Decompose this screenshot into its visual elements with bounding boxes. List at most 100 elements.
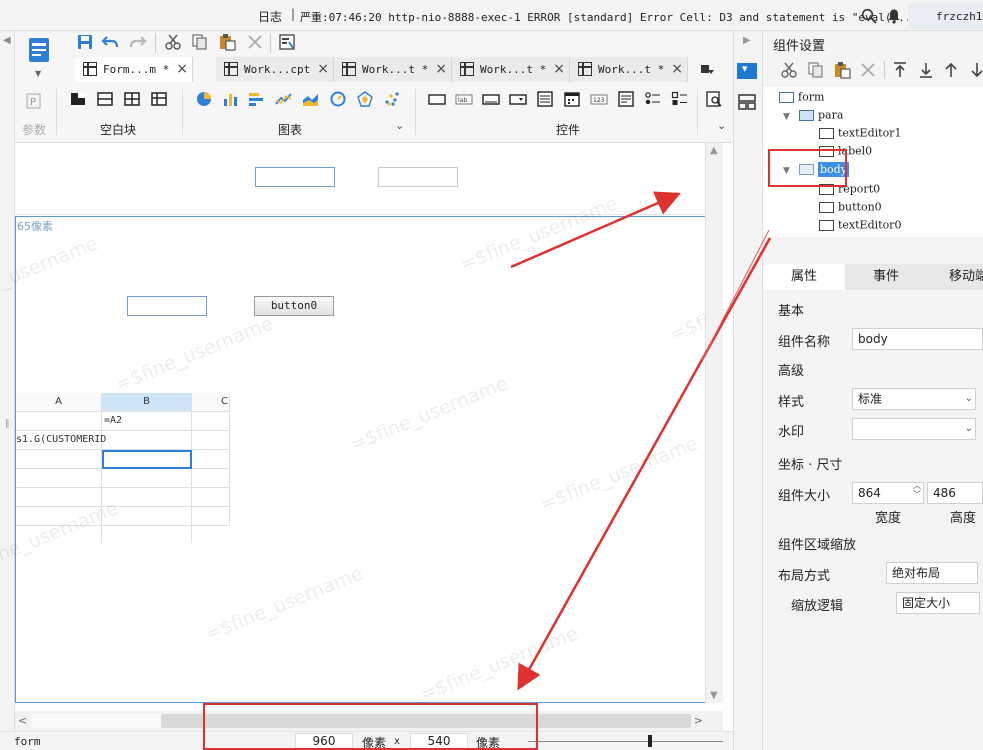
search-control-icon[interactable] <box>705 91 723 107</box>
grid-cell-b1[interactable]: =A2 <box>102 412 192 431</box>
move-down-icon[interactable] <box>968 61 983 79</box>
copy-icon[interactable] <box>191 33 209 51</box>
list-control-icon[interactable] <box>536 91 554 107</box>
undo-icon[interactable] <box>101 33 119 51</box>
grid-cell-c3[interactable] <box>192 450 230 469</box>
grid-cell-c4[interactable] <box>192 469 230 488</box>
collapse-left-icon[interactable]: ◀ <box>3 35 11 46</box>
grid-cell-a2[interactable]: s1.G(CUSTOMERID <box>16 431 106 450</box>
tree-item-button0[interactable]: button0 <box>819 200 882 214</box>
checkbox-group-control-icon[interactable] <box>671 91 689 107</box>
text-editor1-field[interactable] <box>255 167 335 187</box>
preview-icon[interactable] <box>278 33 296 51</box>
grid-cell-b7[interactable] <box>102 526 192 543</box>
grid-cell-a3[interactable] <box>16 450 102 469</box>
move-to-bottom-icon[interactable] <box>917 61 935 79</box>
grid-cell-c1[interactable] <box>192 412 230 431</box>
parameter-icon[interactable]: P <box>25 93 43 109</box>
close-icon[interactable]: × <box>317 61 329 77</box>
watermark-input[interactable]: ⌄ <box>852 418 976 440</box>
scroll-up-icon[interactable]: ▲ <box>710 145 718 156</box>
label0-field[interactable] <box>378 167 458 187</box>
design-canvas[interactable]: 65像素 button0 A B C =A2 s1.G(CUSTOMERID =… <box>0 143 831 706</box>
bar-chart-icon[interactable] <box>222 91 240 107</box>
tab-form[interactable]: Form...m * × <box>75 57 193 82</box>
report0-grid[interactable]: A B C =A2 s1.G(CUSTOMERID <box>16 393 230 543</box>
expand-icon[interactable]: ▼ <box>783 112 790 122</box>
collapse-right-icon[interactable]: ▶ <box>743 35 751 46</box>
grid-cell-b5[interactable] <box>102 488 192 507</box>
label-control-icon[interactable]: lab <box>455 91 473 107</box>
copy-icon[interactable] <box>807 61 825 79</box>
tree-item-form[interactable]: form <box>779 90 824 104</box>
canvas-height-input[interactable]: 540 <box>410 733 468 750</box>
grid-cell-a7[interactable] <box>16 526 102 543</box>
grid-column-header-b[interactable]: B <box>102 393 192 412</box>
control-expand-icon[interactable]: ⌄ <box>717 119 726 132</box>
tab-attributes[interactable]: 属性 <box>763 264 845 290</box>
zoom-slider[interactable] <box>528 741 723 742</box>
blank-block-icon-4[interactable] <box>150 91 168 107</box>
scroll-thumb[interactable] <box>161 714 691 728</box>
close-icon[interactable]: × <box>553 61 565 77</box>
dropdown-control-icon[interactable] <box>509 91 527 107</box>
component-settings-toggle-icon[interactable] <box>737 62 757 79</box>
grid-cell-c5[interactable] <box>192 488 230 507</box>
vertical-scrollbar[interactable]: ▲ ▼ <box>705 143 723 703</box>
tree-item-report0[interactable]: report0 <box>819 182 880 196</box>
radar-chart-icon[interactable] <box>356 91 374 107</box>
expand-icon[interactable]: ▼ <box>783 166 790 176</box>
zoom-slider-knob[interactable] <box>648 735 652 747</box>
cut-icon[interactable] <box>780 61 798 79</box>
date-control-icon[interactable] <box>563 91 581 107</box>
grid-cell-c2[interactable] <box>192 431 230 450</box>
text-box-control-icon[interactable] <box>428 91 446 107</box>
paste-icon[interactable] <box>218 33 236 51</box>
radio-group-control-icon[interactable] <box>644 91 662 107</box>
grid-cell-b6[interactable] <box>102 507 192 526</box>
scroll-left-icon[interactable]: < <box>18 714 27 727</box>
layout-mode-select[interactable]: 绝对布局 <box>886 562 978 584</box>
search-icon[interactable] <box>861 8 877 24</box>
tab-workbook[interactable]: Work...cpt × <box>216 57 334 82</box>
para-area[interactable] <box>15 143 705 215</box>
log-message[interactable]: 严重:07:46:20 http-nio-8888-exec-1 ERROR [… <box>300 9 911 25</box>
grid-cell-b4[interactable] <box>102 469 192 488</box>
blank-block-icon-3[interactable] <box>123 91 141 107</box>
tree-item-texteditor1[interactable]: textEditor1 <box>819 126 901 140</box>
close-icon[interactable]: × <box>671 61 683 77</box>
template-icon[interactable] <box>27 37 53 65</box>
tree-item-label0[interactable]: label0 <box>819 144 872 158</box>
delete-icon[interactable] <box>859 61 877 79</box>
horizontal-scrollbar[interactable]: < > <box>15 711 723 731</box>
layout-panel-icon[interactable] <box>737 93 757 111</box>
tab-workbook[interactable]: Work...t * × <box>570 57 688 82</box>
redo-icon[interactable] <box>129 33 147 51</box>
tab-list-icon[interactable] <box>698 61 716 79</box>
scatter-chart-icon[interactable] <box>383 91 401 107</box>
template-dropdown-icon[interactable]: ▼ <box>35 69 41 78</box>
user-account[interactable]: frzczh1 <box>908 2 983 29</box>
scroll-right-icon[interactable]: > <box>694 714 703 727</box>
grid-cell-a4[interactable] <box>16 469 102 488</box>
delete-icon[interactable] <box>246 33 264 51</box>
style-select[interactable]: 标准 ⌄ <box>852 388 976 410</box>
tree-item-body[interactable]: body <box>799 161 849 177</box>
grid-cell-a1[interactable] <box>16 412 102 431</box>
paste-icon[interactable] <box>833 61 851 79</box>
tab-workbook[interactable]: Work...t * × <box>452 57 570 82</box>
grid-column-header-a[interactable]: A <box>16 393 102 412</box>
blank-block-icon-2[interactable] <box>96 91 114 107</box>
scaling-logic-select[interactable]: 固定大小 <box>896 592 980 614</box>
area-chart-icon[interactable] <box>302 91 320 107</box>
height-input[interactable]: 486 <box>927 482 983 504</box>
move-up-icon[interactable] <box>942 61 960 79</box>
chart-expand-icon[interactable]: ⌄ <box>395 119 404 132</box>
log-label[interactable]: 日志 <box>258 8 282 25</box>
width-input[interactable]: 864 ︿ ﹀ <box>852 481 924 504</box>
button-control-icon[interactable] <box>482 91 500 107</box>
body-area[interactable]: 65像素 button0 A B C =A2 s1.G(CUSTOMERID <box>15 216 707 703</box>
line-chart-icon[interactable] <box>275 91 293 107</box>
number-control-icon[interactable]: 123 <box>590 91 608 107</box>
panel-grip-icon[interactable]: ‖ <box>5 419 10 429</box>
